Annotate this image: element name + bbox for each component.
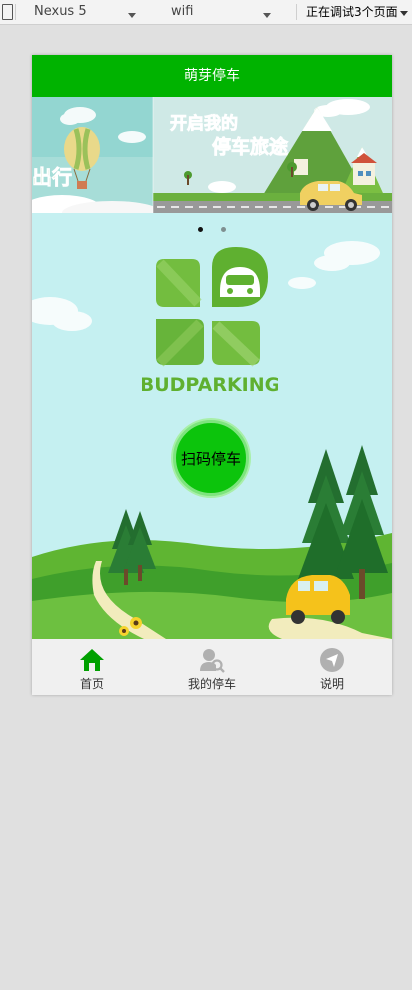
tab-home[interactable]: 首页: [32, 639, 152, 695]
logo-text: BUDPARKING: [142, 374, 278, 396]
user-search-icon: [200, 649, 225, 673]
chevron-down-icon: [128, 13, 136, 18]
chevron-down-icon: [263, 13, 271, 18]
app-header: 萌芽停车: [32, 55, 392, 97]
navigation-arrow-icon: [320, 648, 344, 672]
page-title: 萌芽停车: [184, 68, 240, 84]
debug-pages-select[interactable]: 正在调试3个页面: [306, 4, 412, 20]
toolbar-divider: [296, 4, 297, 20]
device-select-value: Nexus 5: [34, 4, 87, 19]
tab-my-parking-label: 我的停车: [187, 677, 236, 691]
banner-carousel[interactable]: 出行 开启我的 停车旅途: [32, 97, 392, 213]
banner-right-line1: 开启我的: [170, 113, 238, 134]
toolbar-divider: [15, 4, 16, 20]
device-select[interactable]: Nexus 5: [34, 4, 144, 20]
debug-pages-label: 正在调试3个页面: [306, 5, 398, 19]
bottom-tab-bar: 首页 我的停车 说明: [32, 639, 392, 695]
banner-right-line2: 停车旅途: [212, 135, 289, 158]
clover-logo-icon: [156, 247, 268, 367]
devtools-toolbar: Nexus 5 wifi 正在调试3个页面: [0, 0, 412, 25]
chevron-down-icon: [400, 11, 408, 16]
tab-my-parking[interactable]: 我的停车: [152, 639, 272, 695]
tab-instructions[interactable]: 说明: [272, 639, 392, 695]
home-icon: [80, 649, 104, 671]
phone-viewport: 萌芽停车 出行 开启我的 停车旅途 BUDPARKING 扫码停车 首页 我的停…: [32, 55, 392, 695]
device-mode-icon[interactable]: [2, 4, 13, 20]
budparking-logo: BUDPARKING: [142, 247, 278, 396]
network-select[interactable]: wifi: [171, 4, 276, 20]
tab-instructions-label: 说明: [319, 677, 344, 691]
banner-image: 出行 开启我的 停车旅途: [32, 97, 392, 213]
scan-to-park-button[interactable]: 扫码停车: [173, 420, 249, 496]
network-select-value: wifi: [171, 4, 194, 19]
banner-left-text: 出行: [32, 165, 72, 189]
tab-home-label: 首页: [79, 677, 104, 691]
